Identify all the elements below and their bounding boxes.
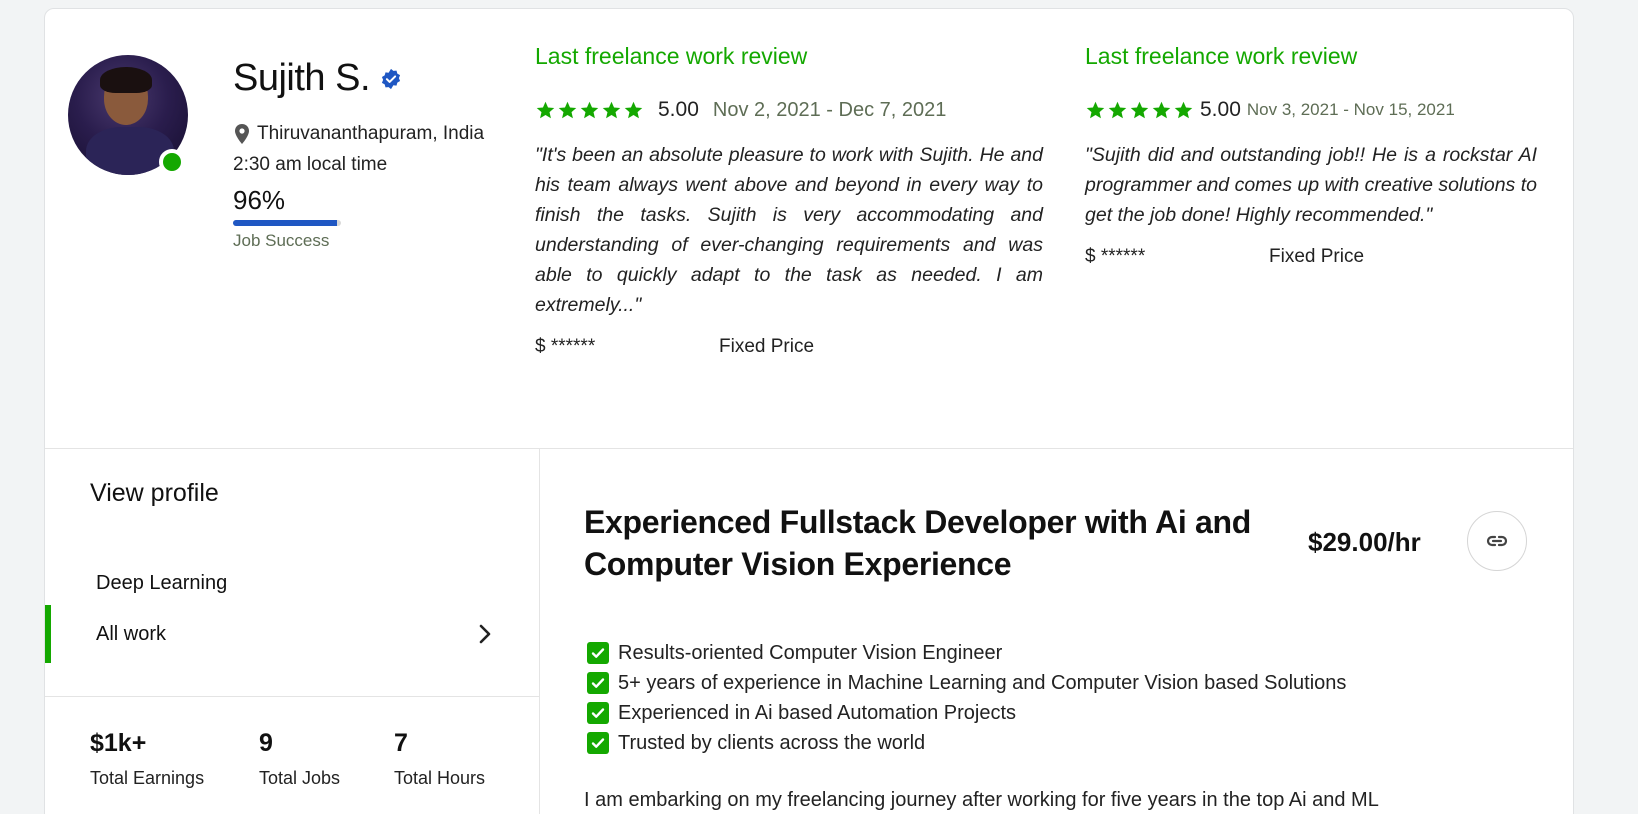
name-row: Sujith S. xyxy=(233,57,402,100)
review-amount: $ ****** xyxy=(535,336,596,357)
stat-label: Total Earnings xyxy=(90,768,205,788)
review-dates: Nov 2, 2021 - Dec 7, 2021 xyxy=(712,98,947,121)
stat-total-hours: 7 Total Hours xyxy=(394,729,485,789)
star-rating xyxy=(1085,100,1194,121)
review-amount: $ ****** xyxy=(1085,246,1146,267)
stat-label: Total Jobs xyxy=(259,768,341,788)
location: Thiruvananthapuram, India xyxy=(233,123,484,145)
review-quote: "Sujith did and outstanding job!! He is … xyxy=(1085,144,1537,226)
sidebar-item-deep-learning[interactable]: Deep Learning xyxy=(45,554,539,612)
review-card-2: Last freelance work review 5.00 Nov 3, 2… xyxy=(1085,43,1537,268)
star-icon xyxy=(1130,101,1149,118)
job-success-score: 96% xyxy=(233,185,286,215)
list-item: Trusted by clients across the world xyxy=(587,728,1346,758)
highlights-list: Results-oriented Computer Vision Enginee… xyxy=(587,638,1346,758)
freelancer-name[interactable]: Sujith S. xyxy=(233,57,371,100)
job-success-label: Job Success xyxy=(233,231,330,250)
list-item: Results-oriented Computer Vision Enginee… xyxy=(587,638,1346,668)
sidebar-item-label: Deep Learning xyxy=(96,571,228,594)
stat-value: $1k+ xyxy=(90,729,147,757)
review-title: Last freelance work review xyxy=(1085,43,1358,69)
star-icon xyxy=(624,101,643,118)
avatar-hair-shape xyxy=(100,67,152,93)
local-time: 2:30 am local time xyxy=(233,154,388,175)
review-price-row: $ ****** Fixed Price xyxy=(535,336,1043,358)
review-card-1: Last freelance work review 5.00 Nov 2, 2… xyxy=(535,43,1043,358)
location-pin-icon xyxy=(235,124,249,144)
chevron-right-icon xyxy=(479,624,491,644)
list-item-text: 5+ years of experience in Machine Learni… xyxy=(618,671,1347,694)
stat-value: 7 xyxy=(394,729,408,757)
star-rating xyxy=(535,100,644,121)
star-icon xyxy=(1174,101,1193,118)
online-status-dot xyxy=(159,149,185,175)
review-contract-type: Fixed Price xyxy=(1269,246,1365,267)
hourly-rate: $29.00/hr xyxy=(1308,527,1421,557)
column-divider xyxy=(539,449,540,814)
review-price-row: $ ****** Fixed Price xyxy=(1085,246,1537,268)
checkbox-checked-icon xyxy=(587,702,609,724)
checkbox-checked-icon xyxy=(587,672,609,694)
stat-total-earnings: $1k+ Total Earnings xyxy=(90,729,204,789)
star-icon xyxy=(1108,101,1127,118)
checkbox-checked-icon xyxy=(587,732,609,754)
job-success-bar xyxy=(233,220,341,226)
sidebar-item-all-work[interactable]: All work xyxy=(45,605,539,663)
job-success-bar-fill xyxy=(233,220,337,226)
star-icon xyxy=(536,101,555,118)
sidebar-item-label: All work xyxy=(96,622,167,645)
view-profile-heading: View profile xyxy=(90,479,219,507)
review-contract-type: Fixed Price xyxy=(719,336,815,357)
star-icon xyxy=(558,101,577,118)
review-dates: Nov 3, 2021 - Nov 15, 2021 xyxy=(1246,100,1455,119)
star-icon xyxy=(602,101,621,118)
verified-badge-icon xyxy=(381,68,401,89)
review-meta: 5.00 Nov 3, 2021 - Nov 15, 2021 xyxy=(1085,98,1537,122)
sidebar-divider xyxy=(45,696,539,697)
link-icon xyxy=(1486,535,1508,547)
location-text: Thiruvananthapuram, India xyxy=(257,123,485,144)
list-item-text: Trusted by clients across the world xyxy=(618,731,926,754)
section-divider xyxy=(45,448,1573,449)
review-meta: 5.00 Nov 2, 2021 - Dec 7, 2021 xyxy=(535,98,1043,122)
checkbox-checked-icon xyxy=(587,642,609,664)
list-item: Experienced in Ai based Automation Proje… xyxy=(587,698,1346,728)
star-icon xyxy=(1152,101,1171,118)
stat-label: Total Hours xyxy=(394,768,486,788)
list-item: 5+ years of experience in Machine Learni… xyxy=(587,668,1346,698)
stat-total-jobs: 9 Total Jobs xyxy=(259,729,340,789)
review-quote: "It's been an absolute pleasure to work … xyxy=(535,144,1043,316)
profile-headline: Experienced Fullstack Developer with Ai … xyxy=(584,504,1252,582)
review-title: Last freelance work review xyxy=(535,43,808,69)
profile-overview-text: I am embarking on my freelancing journey… xyxy=(584,789,1379,811)
list-item-text: Results-oriented Computer Vision Enginee… xyxy=(618,641,1003,664)
copy-link-button[interactable] xyxy=(1467,511,1527,571)
freelancer-card: Sujith S. Thiruvananthapuram, India 2:30… xyxy=(44,8,1574,814)
star-icon xyxy=(580,101,599,118)
star-icon xyxy=(1086,101,1105,118)
review-score: 5.00 xyxy=(1200,98,1241,121)
list-item-text: Experienced in Ai based Automation Proje… xyxy=(618,701,1017,724)
review-score: 5.00 xyxy=(658,98,699,121)
stat-value: 9 xyxy=(259,729,273,757)
